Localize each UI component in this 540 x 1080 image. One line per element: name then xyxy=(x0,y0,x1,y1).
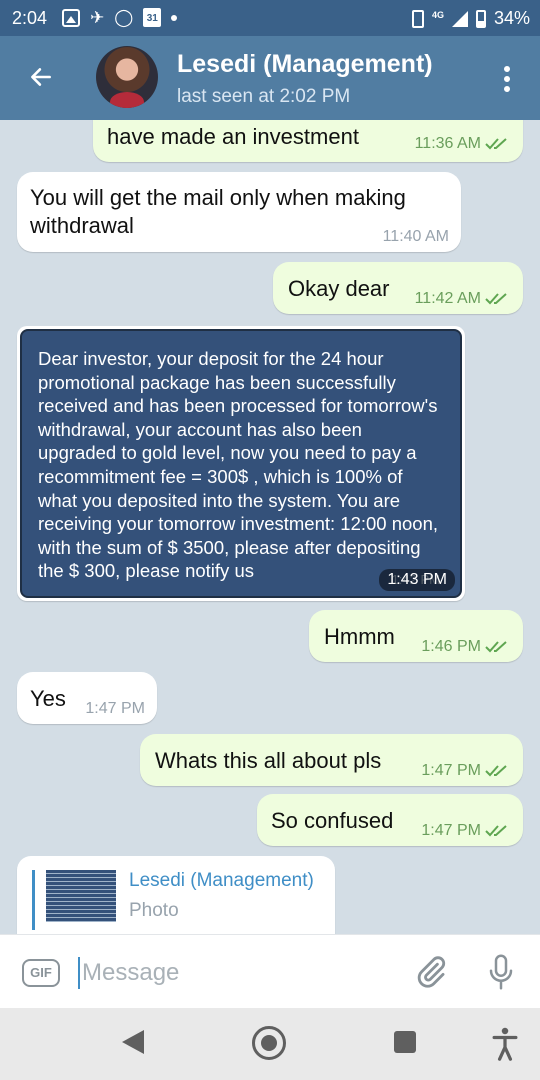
chat-area[interactable]: have made an investment 11:36 AM You wil… xyxy=(0,120,540,934)
reply-type: Photo xyxy=(129,900,179,921)
message-time: 1:46 PM xyxy=(421,638,481,655)
contact-avatar[interactable] xyxy=(96,46,158,108)
reply-bar xyxy=(32,870,35,930)
message-meta: 11:36 AM xyxy=(415,135,511,153)
message-bubble-incoming[interactable]: Yes 1:47 PM xyxy=(17,672,157,724)
status-time: 2:04 xyxy=(12,8,48,28)
message-time: 11:40 AM xyxy=(382,228,449,245)
message-bubble-outgoing[interactable]: Whats this all about pls 1:47 PM xyxy=(140,734,523,786)
message-text: Whats this all about pls xyxy=(155,748,382,773)
read-ticks-icon xyxy=(485,765,507,777)
accessibility-icon[interactable] xyxy=(492,1026,518,1062)
message-time: 1:47 PM xyxy=(85,700,145,717)
image-text: Dear investor, your deposit for the 24 h… xyxy=(38,348,439,582)
message-bubble-outgoing[interactable]: Hmmm 1:46 PM xyxy=(309,610,523,662)
message-time: 11:36 AM xyxy=(414,135,481,152)
read-ticks-icon xyxy=(485,138,507,150)
message-text: Yes xyxy=(30,686,66,711)
vibrate-icon xyxy=(411,9,424,28)
status-system-icons: 4G 34% xyxy=(411,8,530,29)
message-bubble-outgoing[interactable]: have made an investment 11:36 AM xyxy=(93,120,523,162)
reply-author: Lesedi (Management) xyxy=(129,870,314,891)
chat-header: Lesedi (Management) last seen at 2:02 PM xyxy=(0,36,540,120)
message-text: Hmmm xyxy=(324,624,395,649)
text-cursor xyxy=(78,957,80,989)
message-text: So confused xyxy=(271,808,394,833)
attach-icon[interactable] xyxy=(414,955,448,989)
message-text: Okay dear xyxy=(288,276,390,301)
reply-thumbnail xyxy=(46,870,116,922)
message-time: 1:47 PM xyxy=(421,822,481,839)
message-bubble-outgoing[interactable]: So confused 1:47 PM xyxy=(257,794,523,846)
message-time: 1:47 PM xyxy=(421,762,481,779)
battery-percent: 34% xyxy=(493,8,530,28)
contact-name[interactable]: Lesedi (Management) xyxy=(177,50,433,79)
message-input-bar: GIF xyxy=(0,934,540,1008)
screenshot-image[interactable]: Dear investor, your deposit for the 24 h… xyxy=(20,329,462,598)
image-message-time: 1:43 PM xyxy=(379,569,455,591)
nav-recent-icon[interactable] xyxy=(394,1031,416,1053)
read-ticks-icon xyxy=(485,293,507,305)
gallery-icon xyxy=(62,8,80,27)
message-meta: 1:47 PM xyxy=(421,762,511,780)
whatsapp-icon: ◯ xyxy=(114,7,134,27)
read-ticks-icon xyxy=(485,641,507,653)
more-vert-icon[interactable] xyxy=(504,66,510,92)
system-nav-bar xyxy=(0,1008,540,1080)
status-bar: 2:04 ✈ ◯ 31 4G 34% xyxy=(0,0,540,36)
signal-icon xyxy=(451,10,468,27)
message-time: 11:42 AM xyxy=(414,290,481,307)
back-arrow-icon[interactable] xyxy=(28,64,54,90)
message-bubble-outgoing[interactable]: Okay dear 11:42 AM xyxy=(273,262,523,314)
notification-dot-icon xyxy=(171,14,178,21)
reply-message[interactable]: Lesedi (Management) Photo xyxy=(17,856,335,934)
gif-icon[interactable]: GIF xyxy=(22,959,60,987)
status-notification-icons: ✈ ◯ 31 xyxy=(62,7,178,27)
message-meta: 1:46 PM xyxy=(421,638,511,656)
telegram-icon: ✈ xyxy=(90,7,105,27)
network-type: 4G xyxy=(431,9,444,20)
image-message[interactable]: Dear investor, your deposit for the 24 h… xyxy=(17,326,465,601)
message-bubble-incoming[interactable]: You will get the mail only when making w… xyxy=(17,172,461,252)
message-meta: 1:47 PM xyxy=(421,822,511,840)
message-meta: 11:42 AM xyxy=(415,290,511,308)
read-ticks-icon xyxy=(485,825,507,837)
nav-back-icon[interactable] xyxy=(122,1030,144,1054)
nav-home-icon[interactable] xyxy=(252,1026,286,1060)
mic-icon[interactable] xyxy=(486,953,516,991)
last-seen: last seen at 2:02 PM xyxy=(177,86,351,107)
message-input[interactable] xyxy=(82,955,382,991)
battery-icon xyxy=(475,9,486,28)
calendar-icon: 31 xyxy=(143,8,162,27)
message-text: have made an investment xyxy=(107,124,359,149)
